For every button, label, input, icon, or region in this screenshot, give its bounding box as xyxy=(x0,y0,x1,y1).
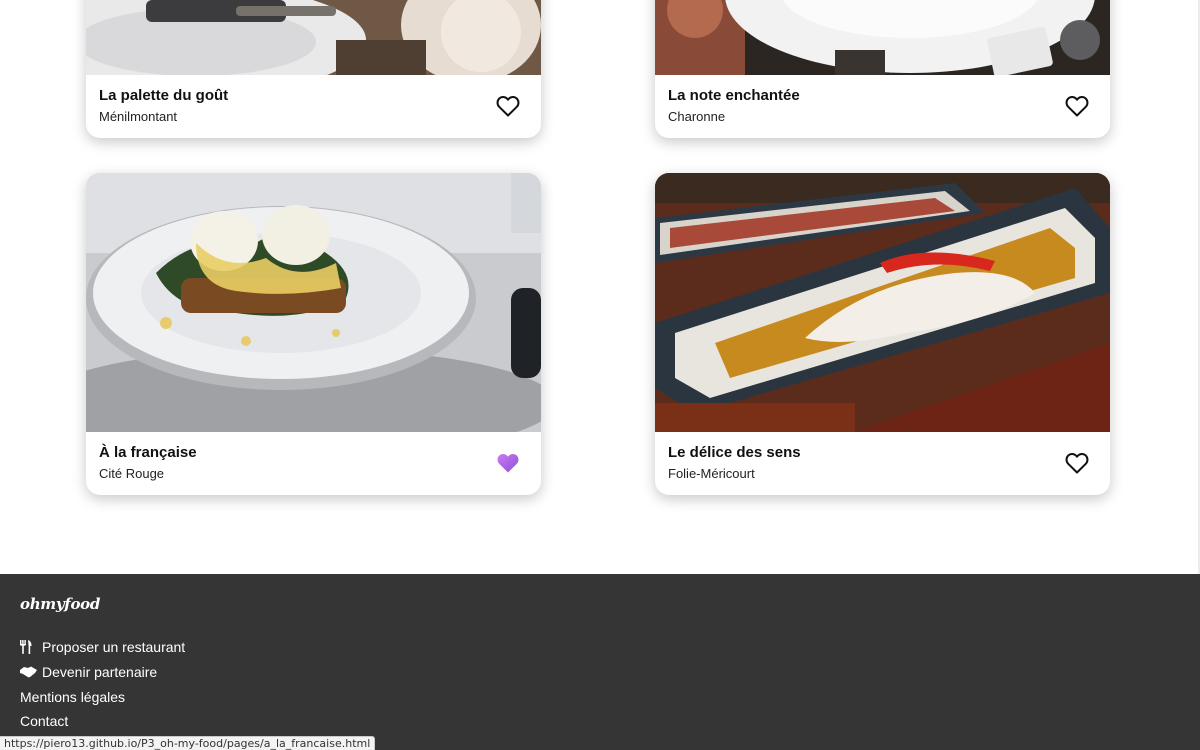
restaurant-photo xyxy=(86,0,541,75)
footer-links: Proposer un restaurant Devenir partenair… xyxy=(20,635,185,734)
footer-link-label: Proposer un restaurant xyxy=(42,639,186,656)
browser-status-url: https://piero13.github.io/P3_oh-my-food/… xyxy=(0,736,376,750)
footer-link-become-partner[interactable]: Devenir partenaire xyxy=(20,660,185,685)
footer-link-contact[interactable]: Contact xyxy=(20,709,185,734)
footer-logo[interactable]: ohmyfood xyxy=(20,595,100,613)
heart-outline-icon[interactable] xyxy=(1065,95,1089,117)
restaurant-photo xyxy=(655,173,1110,432)
footer-link-label: Mentions légales xyxy=(20,688,126,705)
footer-link-label: Devenir partenaire xyxy=(42,664,158,681)
restaurant-name[interactable]: La note enchantée xyxy=(668,87,1097,105)
restaurant-info: Le délice des sens Folie-Méricourt xyxy=(655,432,1110,495)
restaurant-name[interactable]: La palette du goût xyxy=(99,87,528,105)
footer-link-legal[interactable]: Mentions légales xyxy=(20,684,185,709)
site-footer: ohmyfood Proposer un restaurant Devenir … xyxy=(0,574,1200,750)
heart-outline-icon[interactable] xyxy=(496,95,520,117)
handshake-icon xyxy=(20,665,42,679)
restaurant-name[interactable]: À la française xyxy=(99,444,528,462)
restaurant-card[interactable]: La note enchantée Charonne xyxy=(655,0,1110,138)
restaurant-name[interactable]: Le délice des sens xyxy=(668,444,1097,462)
restaurant-area: Cité Rouge xyxy=(99,466,165,481)
restaurant-info: La palette du goût Ménilmontant xyxy=(86,75,541,138)
heart-filled-icon[interactable] xyxy=(496,452,520,474)
restaurant-photo xyxy=(86,173,541,432)
footer-link-label: Contact xyxy=(20,713,69,730)
restaurant-photo xyxy=(655,0,1110,75)
heart-outline-icon[interactable] xyxy=(1065,452,1089,474)
utensils-icon xyxy=(20,640,42,655)
restaurant-area: Ménilmontant xyxy=(99,109,178,124)
footer-link-propose-restaurant[interactable]: Proposer un restaurant xyxy=(20,635,185,660)
restaurant-area: Charonne xyxy=(668,109,726,124)
restaurant-info: À la française Cité Rouge xyxy=(86,432,541,495)
restaurants-page: La palette du goût Ménilmontant La note xyxy=(0,0,1200,750)
restaurant-area: Folie-Méricourt xyxy=(668,466,755,481)
restaurant-card[interactable]: Le délice des sens Folie-Méricourt xyxy=(655,173,1110,495)
restaurant-info: La note enchantée Charonne xyxy=(655,75,1110,138)
restaurant-card[interactable]: La palette du goût Ménilmontant xyxy=(86,0,541,138)
restaurant-card[interactable]: À la française Cité Rouge xyxy=(86,173,541,495)
